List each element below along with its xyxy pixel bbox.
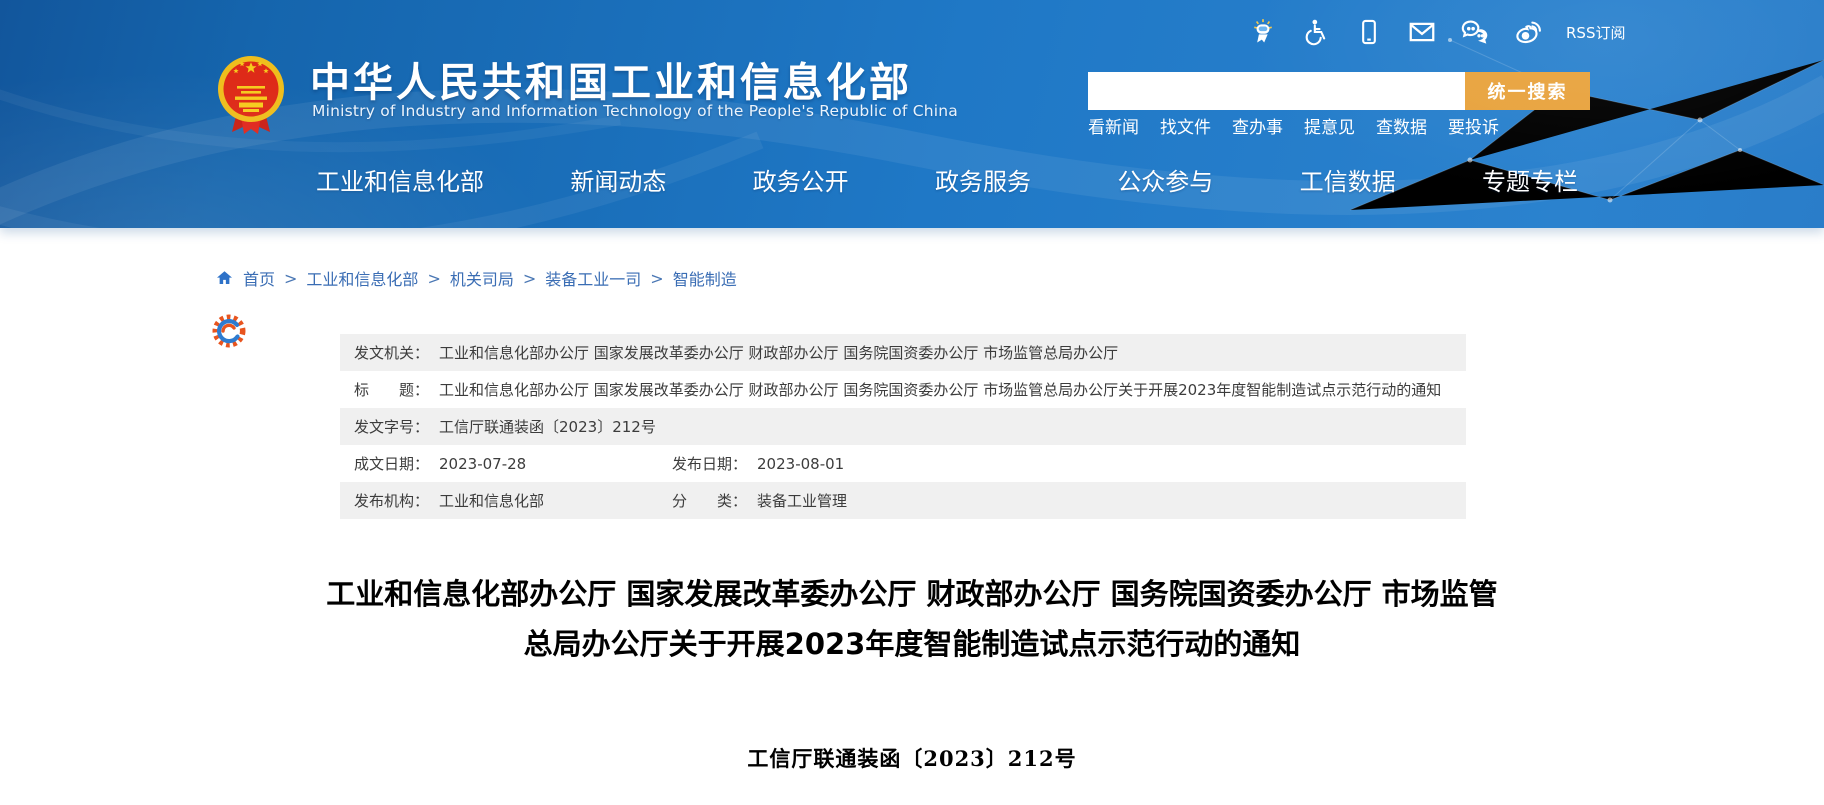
meta-value: 工业和信息化部办公厅 国家发展改革委办公厅 财政部办公厅 国务院国资委办公厅 市… [439,342,1118,363]
nav-item-news[interactable]: 新闻动态 [570,162,666,197]
quick-links: 看新闻 找文件 查办事 提意见 查数据 要投诉 [1088,113,1499,138]
meta-row-doc-number: 发文字号： 工信厅联通装函〔2023〕212号 [340,408,1466,445]
unified-search-button[interactable]: 统一搜索 [1465,72,1590,110]
meta-row-publisher-category: 发布机构： 工业和信息化部 分 类： 装备工业管理 [340,482,1466,519]
meta-value: 装备工业管理 [757,490,847,511]
site-header-banner: 中华人民共和国工业和信息化部 Ministry of Industry and … [0,0,1824,228]
search-bar: 统一搜索 [1088,72,1590,110]
breadcrumb-separator: > [523,269,536,288]
nav-item-gov-disclosure[interactable]: 政务公开 [753,162,849,197]
robot-assistant-icon[interactable] [1248,17,1278,47]
breadcrumb-separator: > [650,269,663,288]
document-number: 工信厅联通装函〔2023〕212号 [0,743,1824,773]
quick-link-suggestions[interactable]: 提意见 [1304,113,1355,138]
utility-icon-row: RSS订阅 [1248,14,1625,50]
meta-row-title: 标 题： 工业和信息化部办公厅 国家发展改革委办公厅 财政部办公厅 国务院国资委… [340,371,1466,408]
nav-item-public-participation[interactable]: 公众参与 [1117,162,1213,197]
meta-value: 工业和信息化部 [439,490,544,511]
mail-icon[interactable] [1407,17,1437,47]
meta-row-issuing-agency: 发文机关： 工业和信息化部办公厅 国家发展改革委办公厅 财政部办公厅 国务院国资… [340,334,1466,371]
breadcrumb-departments[interactable]: 机关司局 [450,266,514,290]
meta-label: 标 题： [354,379,429,400]
breadcrumb-separator: > [284,269,297,288]
ministry-logo-link[interactable] [213,52,289,138]
breadcrumb-equipment-bureau[interactable]: 装备工业一司 [545,266,641,290]
quick-link-data[interactable]: 查数据 [1376,113,1427,138]
meta-label: 分 类： [672,490,747,511]
meta-row-dates: 成文日期： 2023-07-28 发布日期： 2023-08-01 [340,445,1466,482]
site-title: 中华人民共和国工业和信息化部 [310,50,912,108]
meta-value: 工信厅联通装函〔2023〕212号 [439,416,656,437]
page-content: 首页 > 工业和信息化部 > 机关司局 > 装备工业一司 > 智能制造 发文机关… [0,228,1824,773]
quick-link-news[interactable]: 看新闻 [1088,113,1139,138]
site-subtitle-en: Ministry of Industry and Information Tec… [312,102,958,120]
breadcrumb-separator: > [427,269,440,288]
rss-subscribe-link[interactable]: RSS订阅 [1566,22,1625,43]
breadcrumb-ministry[interactable]: 工业和信息化部 [306,266,418,290]
meta-label: 成文日期： [354,453,429,474]
nav-item-ministry[interactable]: 工业和信息化部 [316,162,484,197]
nav-item-special-topics[interactable]: 专题专栏 [1482,162,1578,197]
meta-label: 发文机关： [354,342,429,363]
quick-link-services[interactable]: 查办事 [1232,113,1283,138]
breadcrumb: 首页 > 工业和信息化部 > 机关司局 > 装备工业一司 > 智能制造 [0,228,1824,290]
breadcrumb-home[interactable]: 首页 [243,266,275,290]
accessibility-icon[interactable] [1301,17,1331,47]
primary-navigation: 工业和信息化部 新闻动态 政务公开 政务服务 公众参与 工信数据 专题专栏 [0,148,1824,210]
meta-label: 发布日期： [672,453,747,474]
national-emblem-icon [213,52,289,138]
quick-link-complaints[interactable]: 要投诉 [1448,113,1499,138]
quick-link-documents[interactable]: 找文件 [1160,113,1211,138]
mobile-icon[interactable] [1354,17,1384,47]
breadcrumb-smart-manufacturing[interactable]: 智能制造 [673,266,737,290]
wechat-icon[interactable] [1460,17,1490,47]
meta-value: 工业和信息化部办公厅 国家发展改革委办公厅 财政部办公厅 国务院国资委办公厅 市… [439,379,1441,400]
meta-label: 发文字号： [354,416,429,437]
meta-value: 2023-08-01 [757,455,844,473]
document-meta-table: 发文机关： 工业和信息化部办公厅 国家发展改革委办公厅 财政部办公厅 国务院国资… [340,334,1466,519]
nav-item-gov-services[interactable]: 政务服务 [935,162,1031,197]
weibo-icon[interactable] [1513,17,1543,47]
home-icon[interactable] [215,269,234,287]
search-input[interactable] [1088,72,1465,110]
meta-label: 发布机构： [354,490,429,511]
nav-item-miit-data[interactable]: 工信数据 [1300,162,1396,197]
meta-value: 2023-07-28 [439,455,526,473]
article-title: 工业和信息化部办公厅 国家发展改革委办公厅 财政部办公厅 国务院国资委办公厅 市… [322,569,1502,669]
miit-gear-logo-icon [210,312,248,350]
